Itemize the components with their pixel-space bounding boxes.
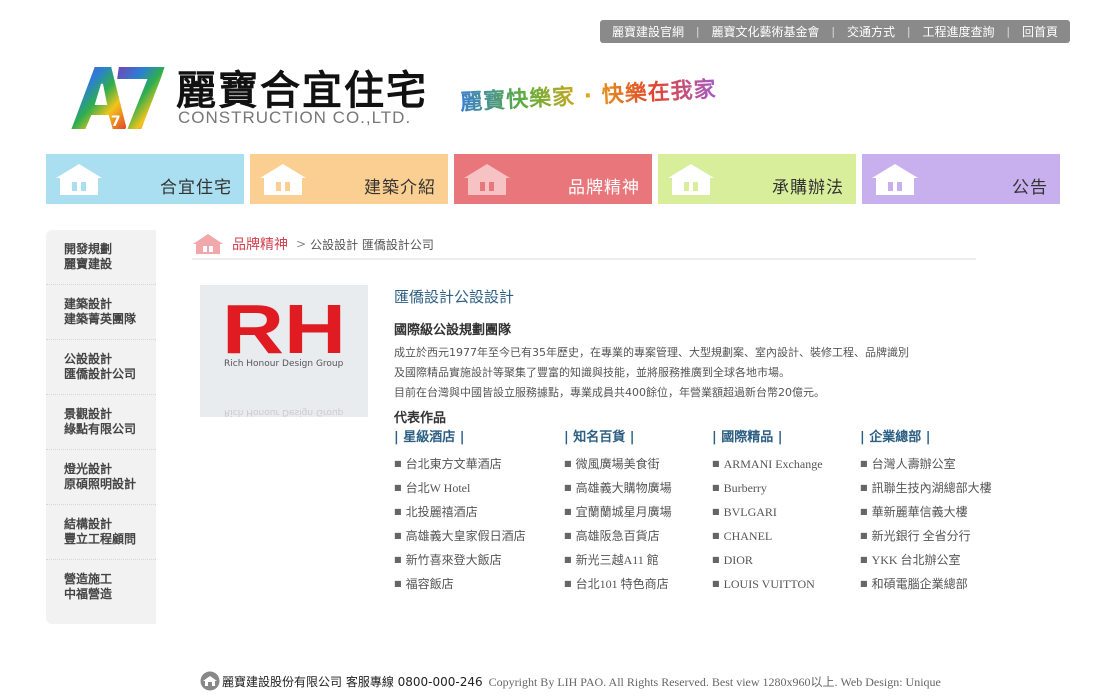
top-link-art-foundation[interactable]: 麗寶文化藝術基金會 xyxy=(711,23,819,40)
rh-letters-icon: RH xyxy=(222,299,346,357)
sidebar-item-construction[interactable]: 營造施工 中福營造 xyxy=(46,560,156,615)
nav-label: 合宜住宅 xyxy=(160,178,232,198)
footer-copyright: Copyright By LIH PAO. All Rights Reserve… xyxy=(488,674,941,689)
company-logo-icon xyxy=(200,671,220,691)
top-link-lihpao-official[interactable]: 麗寶建設官網 xyxy=(612,23,684,40)
sidebar-item-structure[interactable]: 結構設計 豐立工程顧問 xyxy=(46,505,156,560)
list-item: 高雄義大購物廣場 xyxy=(564,476,672,500)
breadcrumb-arrow: > xyxy=(296,237,307,251)
intro-line: 成立於西元1977年至今已有35年歷史，在專業的專案管理、大型規劃案、室內設計、… xyxy=(394,346,909,359)
sidebar-item-development[interactable]: 開發規劃 麗寶建設 xyxy=(46,230,156,285)
column-heading: | 企業總部 | xyxy=(860,430,931,445)
list-item: YKK 台北辦公室 xyxy=(860,548,992,572)
footer: 麗寶建設股份有限公司 客服專線 0800-000-246 Copyright B… xyxy=(200,670,941,692)
page-title: 匯僑設計公設設計 xyxy=(394,288,515,306)
list-item: 新光三越A11 館 xyxy=(564,548,672,572)
logo-subtitle: CONSTRUCTION CO.,LTD. xyxy=(178,108,412,127)
works-column-hotels: | 星級酒店 | 台北東方文華酒店 台北W Hotel 北投麗禧酒店 高雄義大皇… xyxy=(394,426,526,596)
top-link-home[interactable]: 回首頁 xyxy=(1022,23,1058,40)
nav-announcements[interactable]: 公告 xyxy=(862,154,1060,204)
content-subtitle: 國際級公設規劃團隊 xyxy=(394,323,512,338)
intro-line: 目前在台灣與中國皆設立服務據點，專業成員共400餘位，年營業額超過新台幣20億元… xyxy=(394,386,825,399)
sidebar: 開發規劃 麗寶建設 建築設計 建築菁英團隊 公設設計 匯僑設計公司 景觀設計 綠點有限公… xyxy=(46,230,156,624)
list-item: 華新麗華信義大樓 xyxy=(860,500,992,524)
list-item: 微風廣場美食街 xyxy=(564,452,672,476)
footer-company: 麗寶建設股份有限公司 客服專線 0800-000-246 xyxy=(222,674,483,689)
nav-label: 公告 xyxy=(1012,178,1048,198)
nav-architecture[interactable]: 建築介紹 xyxy=(250,154,448,204)
rh-reflection: Rich Honour Design Group xyxy=(224,407,344,417)
list-item: 新竹喜來登大飯店 xyxy=(394,548,526,572)
slogan: 麗寶快樂家 · 快樂在我家 xyxy=(460,77,718,115)
nav-label: 承購辦法 xyxy=(772,178,844,198)
intro-line: 及國際精品實施設計等聚集了豐富的知識與技能，並將服務推廣到全球各地市場。 xyxy=(394,366,790,379)
works-column-luxury: | 國際精品 | ARMANI Exchange Burberry BVLGAR… xyxy=(712,426,823,596)
house-icon xyxy=(464,164,510,195)
sidebar-item-lighting[interactable]: 燈光設計 原碩照明設計 xyxy=(46,450,156,505)
list-item: 高雄義大皇家假日酒店 xyxy=(394,524,526,548)
rh-caption: Rich Honour Design Group xyxy=(224,359,344,369)
top-link-separator: | xyxy=(695,25,700,38)
breadcrumb-section[interactable]: 品牌精神 xyxy=(232,234,288,254)
house-icon xyxy=(668,164,714,195)
list-item: 福容飯店 xyxy=(394,572,526,596)
top-links-bar: 麗寶建設官網 | 麗寶文化藝術基金會 | 交通方式 | 工程進度查詢 | 回首頁 xyxy=(600,20,1070,43)
top-link-separator: | xyxy=(831,25,836,38)
house-icon xyxy=(193,234,223,254)
top-link-separator: | xyxy=(1006,25,1011,38)
nav-label: 品牌精神 xyxy=(568,178,640,198)
works-column-headquarters: | 企業總部 | 台灣人壽辦公室 訊聯生技內湖總部大樓 華新麗華信義大樓 新光銀… xyxy=(860,426,992,596)
works-heading: 代表作品 xyxy=(394,411,447,426)
a7-logo-icon: A7 xyxy=(68,65,168,131)
top-link-progress[interactable]: 工程進度查詢 xyxy=(922,23,994,40)
nav-purchase-rules[interactable]: 承購辦法 xyxy=(658,154,856,204)
sidebar-item-public-design[interactable]: 公設設計 匯僑設計公司 xyxy=(46,340,156,395)
sidebar-item-landscape[interactable]: 景觀設計 綠點有限公司 xyxy=(46,395,156,450)
nav-brand-spirit[interactable]: 品牌精神 xyxy=(454,154,652,204)
breadcrumb-path: 公設設計 匯僑設計公司 xyxy=(310,237,434,252)
list-item: 新光銀行 全省分行 xyxy=(860,524,992,548)
column-heading: | 知名百貨 | xyxy=(564,430,635,445)
list-item: 台北東方文華酒店 xyxy=(394,452,526,476)
list-item: 台灣人壽辦公室 xyxy=(860,452,992,476)
list-item: 和碩電腦企業總部 xyxy=(860,572,992,596)
house-icon xyxy=(260,164,306,195)
list-item: Burberry xyxy=(712,476,823,500)
rh-logo-image: RH Rich Honour Design Group Rich Honour … xyxy=(200,285,368,417)
list-item: 高雄阪急百貨店 xyxy=(564,524,672,548)
house-icon xyxy=(56,164,102,195)
site-logo[interactable]: A7 麗寶合宜住宅 CONSTRUCTION CO.,LTD. xyxy=(66,56,456,132)
top-link-separator: | xyxy=(906,25,911,38)
list-item: LOUIS VUITTON xyxy=(712,572,823,596)
list-item: 台北W Hotel xyxy=(394,476,526,500)
main-content: 匯僑設計公設設計 國際級公設規劃團隊 成立於西元1977年至今已有35年歷史，在… xyxy=(394,286,1034,591)
works-column-departments: | 知名百貨 | 微風廣場美食街 高雄義大購物廣場 宜蘭蘭城星月廣場 高雄阪急百… xyxy=(564,426,672,596)
nav-affordable-housing[interactable]: 合宜住宅 xyxy=(46,154,244,204)
house-icon xyxy=(872,164,918,195)
top-link-transport[interactable]: 交通方式 xyxy=(847,23,895,40)
list-item: CHANEL xyxy=(712,524,823,548)
main-nav: 合宜住宅 建築介紹 品牌精神 承購辦法 公告 xyxy=(46,154,1060,204)
list-item: 台北101 特色商店 xyxy=(564,572,672,596)
sidebar-item-architecture[interactable]: 建築設計 建築菁英團隊 xyxy=(46,285,156,340)
column-heading: | 國際精品 | xyxy=(712,430,783,445)
list-item: 訊聯生技內湖總部大樓 xyxy=(860,476,992,500)
nav-label: 建築介紹 xyxy=(364,178,436,198)
list-item: 北投麗禧酒店 xyxy=(394,500,526,524)
svg-text:RH: RH xyxy=(222,299,346,357)
list-item: 宜蘭蘭城星月廣場 xyxy=(564,500,672,524)
breadcrumb: 品牌精神 > 公設設計 匯僑設計公司 xyxy=(192,230,976,260)
list-item: ARMANI Exchange xyxy=(712,452,823,476)
list-item: BVLGARI xyxy=(712,500,823,524)
column-heading: | 星級酒店 | xyxy=(394,430,465,445)
list-item: DIOR xyxy=(712,548,823,572)
svg-text:A7: A7 xyxy=(100,114,121,130)
